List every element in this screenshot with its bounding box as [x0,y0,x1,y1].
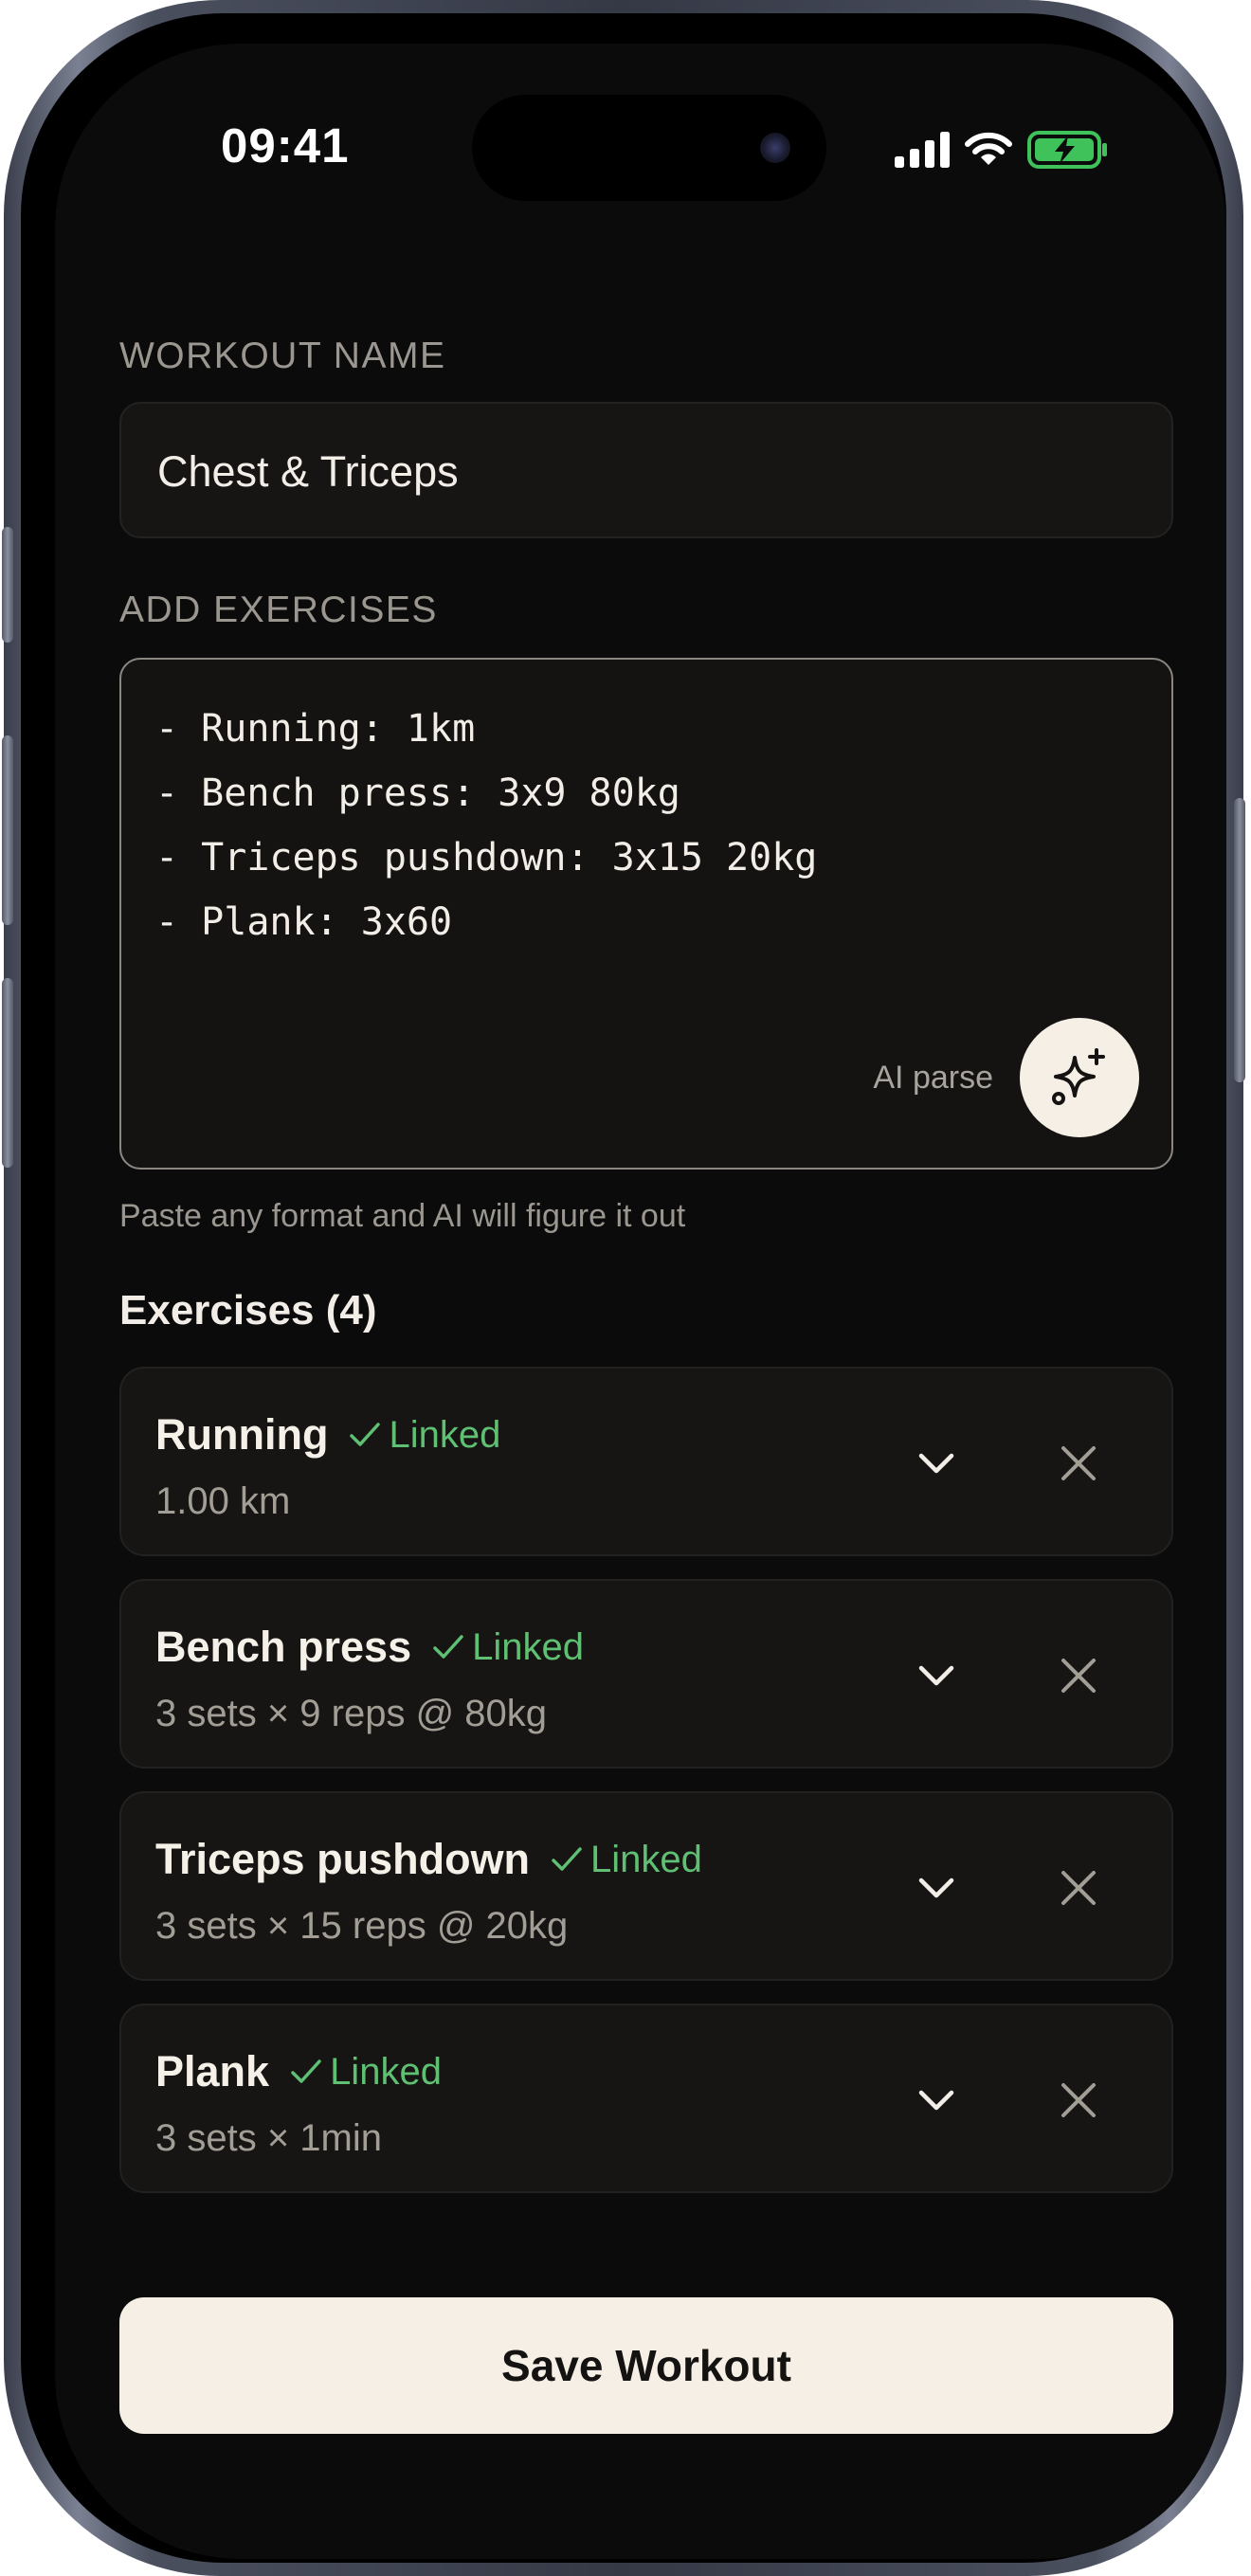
exercise-card: Triceps pushdown Linked 3 sets × 15 reps… [119,1791,1173,1981]
ai-parse-button[interactable] [1020,1018,1139,1137]
exercise-name: Bench press [155,1623,412,1671]
exercise-card: Running Linked 1.00 km [119,1367,1173,1556]
expand-button[interactable] [908,1435,965,1492]
textarea-line: - Bench press: 3x9 80kg [155,771,680,815]
exercise-name: Plank [155,2047,270,2095]
chevron-down-icon [918,1453,954,1474]
remove-button[interactable] [1050,1647,1107,1704]
linked-badge: Linked [432,1626,584,1669]
action-button [2,527,13,643]
cellular-signal-icon [895,132,950,168]
exercise-card: Plank Linked 3 sets × 1min [119,2004,1173,2193]
device-frame: 09:41 WORKOUT NAME Chest & Triceps ADD E… [2,0,1245,2576]
exercises-textarea[interactable]: - Running: 1km - Bench press: 3x9 80kg -… [119,658,1173,1170]
linked-status: Linked [472,1625,584,1668]
textarea-line: - Triceps pushdown: 3x15 20kg [155,836,818,880]
exercise-detail: 3 sets × 15 reps @ 20kg [155,1905,569,1947]
remove-button[interactable] [1050,1435,1107,1492]
linked-badge: Linked [551,1839,702,1881]
close-icon [1061,2083,1096,2117]
front-camera-icon [760,133,790,163]
ai-parse-label: AI parse [873,1060,993,1096]
close-icon [1061,1659,1096,1693]
remove-button[interactable] [1050,2072,1107,2129]
battery-charging-icon [1027,131,1107,169]
exercise-card: Bench press Linked 3 sets × 9 reps @ 80k… [119,1579,1173,1769]
check-icon [552,1847,582,1871]
linked-badge: Linked [349,1414,500,1457]
textarea-line: - Running: 1km [155,707,476,751]
linked-badge: Linked [290,2051,442,2094]
exercise-title-row: Bench press Linked [155,1623,584,1672]
linked-status: Linked [330,2050,442,2093]
linked-status: Linked [389,1413,501,1456]
workout-name-field[interactable]: Chest & Triceps [119,402,1173,538]
workout-name-label: WORKOUT NAME [119,336,446,376]
chevron-down-icon [918,2090,954,2111]
expand-button[interactable] [908,1647,965,1704]
exercises-heading: Exercises (4) [119,1287,377,1333]
chevron-down-icon [918,1665,954,1686]
exercise-detail: 1.00 km [155,1480,291,1522]
check-icon [291,2059,321,2083]
helper-text: Paste any format and AI will figure it o… [119,1198,686,1234]
exercise-title-row: Plank Linked [155,2047,442,2096]
exercise-title-row: Triceps pushdown Linked [155,1835,702,1884]
dynamic-island [472,95,826,201]
status-time: 09:41 [221,118,350,172]
exercise-name: Running [155,1410,329,1459]
linked-status: Linked [590,1838,702,1880]
close-icon [1061,1871,1096,1905]
exercise-name: Triceps pushdown [155,1835,531,1883]
status-icons [895,125,1109,174]
sparkles-icon [1052,1048,1105,1105]
device-bezel: 09:41 WORKOUT NAME Chest & Triceps ADD E… [21,13,1226,2563]
exercise-detail: 3 sets × 9 reps @ 80kg [155,1693,548,1734]
save-workout-button[interactable]: Save Workout [119,2297,1173,2434]
remove-button[interactable] [1050,1859,1107,1916]
wifi-icon [965,132,1012,165]
exercise-title-row: Running Linked [155,1410,500,1460]
textarea-line: - Plank: 3x60 [155,900,453,944]
app-screen: 09:41 WORKOUT NAME Chest & Triceps ADD E… [55,44,1226,2559]
expand-button[interactable] [908,1859,965,1916]
check-icon [350,1423,381,1446]
close-icon [1061,1446,1096,1480]
volume-up-button [2,735,13,925]
chevron-down-icon [918,1878,954,1898]
power-button [1234,798,1245,1082]
workout-name-value: Chest & Triceps [157,447,459,496]
exercise-detail: 3 sets × 1min [155,2117,383,2159]
add-exercises-label: ADD EXERCISES [119,590,438,630]
volume-down-button [2,978,13,1168]
expand-button[interactable] [908,2072,965,2129]
check-icon [433,1635,463,1659]
